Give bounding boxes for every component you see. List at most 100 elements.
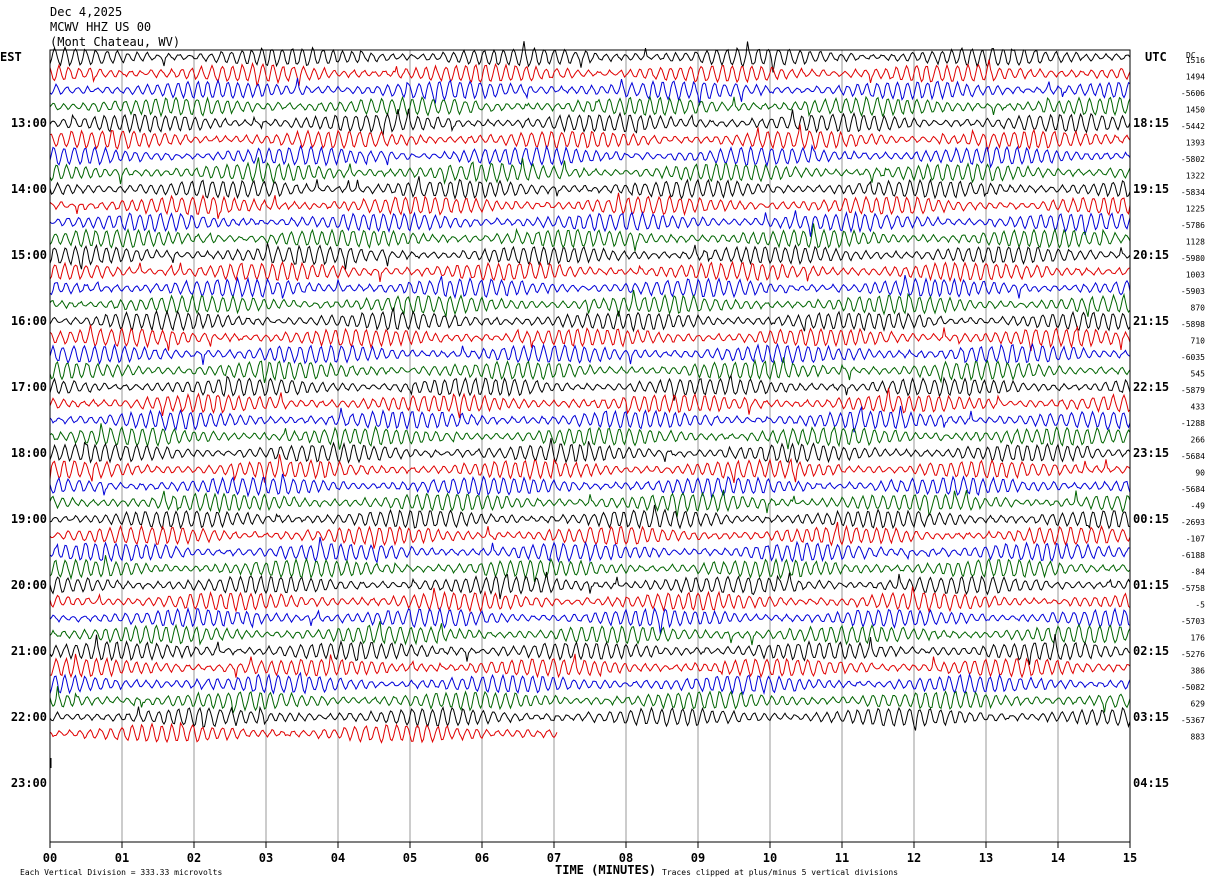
dc-offset-value: -5	[1195, 601, 1205, 610]
left-hour-label: 14:00	[11, 182, 47, 196]
trace-row	[49, 536, 1131, 564]
clip-note: Traces clipped at plus/minus 5 vertical …	[662, 868, 898, 877]
right-timezone-label: UTC	[1145, 50, 1167, 64]
dc-offset-value: 870	[1191, 304, 1206, 313]
dc-offset-value: -49	[1191, 502, 1206, 511]
left-hour-label: 13:00	[11, 116, 47, 130]
x-tick-label: 01	[115, 851, 129, 865]
dc-offset-value: -84	[1191, 568, 1206, 577]
dc-offset-value: 1450	[1186, 106, 1205, 115]
dc-offset-value: 1516	[1186, 56, 1205, 65]
trace-row	[49, 721, 558, 744]
trace-row	[49, 671, 1131, 696]
dc-offset-value: 386	[1191, 667, 1206, 676]
right-hour-label: 20:15	[1133, 248, 1169, 262]
trace-row	[49, 504, 1131, 530]
dc-offset-value: -5684	[1181, 485, 1205, 494]
trace-row	[49, 274, 1131, 300]
station-code: MCWV HHZ US 00	[50, 20, 151, 34]
dc-offset-value: -5684	[1181, 452, 1205, 461]
left-hour-label: 20:00	[11, 578, 47, 592]
dc-offset-value: -5786	[1181, 221, 1205, 230]
trace-row	[49, 260, 1131, 283]
dc-offset-value: 433	[1191, 403, 1206, 412]
dc-offset-value: -5898	[1181, 320, 1205, 329]
left-hour-label: 17:00	[11, 380, 47, 394]
x-tick-label: 13	[979, 851, 993, 865]
trace-row	[49, 342, 1131, 366]
trace-row	[49, 243, 1131, 270]
trace-row	[49, 489, 1131, 518]
dc-offset-value: -5442	[1181, 122, 1205, 131]
right-hour-label: 22:15	[1133, 380, 1169, 394]
trace-row	[49, 454, 1131, 484]
dc-offset-value: -5802	[1181, 155, 1205, 164]
x-tick-label: 04	[331, 851, 345, 865]
x-tick-label: 15	[1123, 851, 1137, 865]
x-tick-label: 14	[1051, 851, 1065, 865]
x-tick-label: 00	[43, 851, 57, 865]
dc-offset-value: 545	[1191, 370, 1206, 379]
dc-offset-value: 629	[1191, 700, 1206, 709]
trace-row	[49, 373, 1131, 401]
dc-offset-value: 710	[1191, 337, 1206, 346]
dc-offset-value: 266	[1191, 436, 1206, 445]
x-tick-label: 05	[403, 851, 417, 865]
right-hour-label: 00:15	[1133, 512, 1169, 526]
dc-offset-value: 1322	[1186, 172, 1205, 181]
trace-row	[49, 571, 1131, 600]
dc-offset-value: -5703	[1181, 617, 1205, 626]
x-tick-label: 12	[907, 851, 921, 865]
dc-offset-value: 1393	[1186, 139, 1205, 148]
trace-row	[49, 324, 1131, 352]
x-tick-label: 10	[763, 851, 777, 865]
x-axis-ticks: 00 01 02 03 04 05 06 07 08 09 10 11 12 13 14 15	[43, 842, 1137, 865]
dc-offset-value: -5758	[1181, 584, 1205, 593]
dc-offset-value: -5367	[1181, 716, 1205, 725]
x-tick-label: 03	[259, 851, 273, 865]
right-hour-label: 19:15	[1133, 182, 1169, 196]
left-hour-label: 16:00	[11, 314, 47, 328]
trace-row	[49, 686, 1131, 715]
left-hour-label: 22:00	[11, 710, 47, 724]
right-hour-label: 18:15	[1133, 116, 1169, 130]
dc-offset-value: 1225	[1186, 205, 1205, 214]
dc-offset-value: -2693	[1181, 518, 1205, 527]
dc-offset-value: 90	[1195, 469, 1205, 478]
dc-offset-value: -5834	[1181, 188, 1205, 197]
right-hour-label: 03:15	[1133, 710, 1169, 724]
trace-row	[49, 438, 1131, 465]
left-timezone-label: EST	[0, 50, 22, 64]
x-tick-label: 11	[835, 851, 849, 865]
x-tick-label: 09	[691, 851, 705, 865]
trace-row	[49, 157, 1131, 185]
dc-offset-value: -5980	[1181, 254, 1205, 263]
dc-offset-value: -1288	[1181, 419, 1205, 428]
trace-row	[49, 705, 1131, 731]
trace-row	[49, 606, 1131, 635]
helicorder-plot: Dec 4,2025 MCWV HHZ US 00 (Mont Chateau,…	[0, 5, 1205, 877]
left-hour-label: 21:00	[11, 644, 47, 658]
dc-offset-value: -5903	[1181, 287, 1205, 296]
dc-offset-value: 1003	[1186, 271, 1205, 280]
trace-row	[49, 223, 1131, 252]
trace-row	[49, 307, 1131, 333]
dc-offset-value: -5082	[1181, 683, 1205, 692]
x-axis-title: TIME (MINUTES)	[555, 863, 656, 877]
dc-offset-value: -5606	[1181, 89, 1205, 98]
trace-row	[49, 621, 1131, 646]
dc-offset-value: 883	[1191, 733, 1206, 742]
dc-offset-labels: 1516 1494 -5606 1450 -5442 1393 -5802 1322 -5834…	[1181, 56, 1205, 742]
trace-row	[49, 77, 1131, 106]
left-hour-label: 23:00	[11, 776, 47, 790]
right-hour-label: 23:15	[1133, 446, 1169, 460]
station-location: (Mont Chateau, WV)	[50, 35, 180, 49]
trace-row	[49, 176, 1131, 201]
trace-row	[49, 473, 1131, 499]
trace-row	[49, 124, 1131, 153]
dc-offset-value: 1128	[1186, 238, 1205, 247]
trace-row	[49, 41, 1131, 73]
dc-offset-value: -107	[1186, 535, 1205, 544]
right-hour-label: 01:15	[1133, 578, 1169, 592]
seismic-traces	[49, 41, 1131, 768]
